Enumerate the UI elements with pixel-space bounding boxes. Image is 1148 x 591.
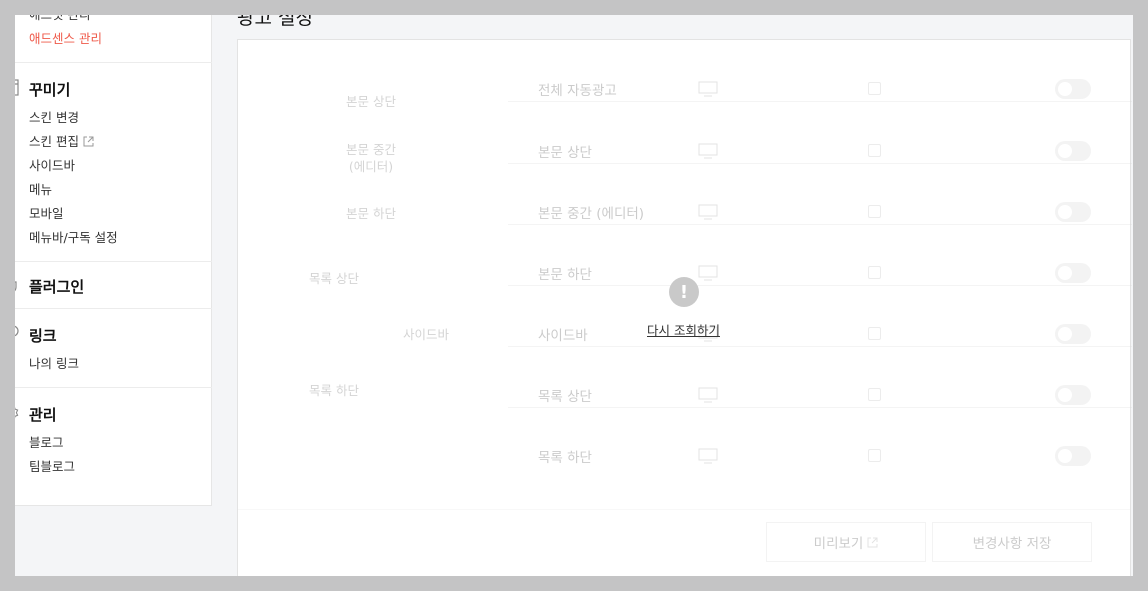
retry-link[interactable]: 다시 조회하기 — [647, 320, 720, 339]
ad-row: 목록 하단 — [508, 408, 1132, 469]
layout-label: 본문 중간 (에디터) — [346, 142, 396, 174]
ad-toggle[interactable] — [1055, 385, 1091, 405]
ad-row: 전체 자동광고 — [508, 41, 1132, 102]
sidebar-item-adsense[interactable]: 애드센스 관리 — [29, 28, 102, 47]
link-icon — [15, 325, 19, 337]
preview-button[interactable]: 미리보기 — [766, 522, 926, 562]
mobile-checkbox[interactable] — [868, 388, 881, 401]
ad-row: 사이드바 — [508, 286, 1132, 347]
sidebar-item-blog[interactable]: 블로그 — [29, 432, 64, 451]
monitor-icon — [698, 387, 718, 403]
save-changes-button[interactable]: 변경사항 저장 — [932, 522, 1092, 562]
ad-toggle[interactable] — [1055, 324, 1091, 344]
monitor-icon — [698, 448, 718, 464]
sidebar-heading-link: 링크 — [29, 327, 57, 345]
preview-button-label: 미리보기 — [813, 536, 864, 552]
sidebar-heading-decorate: 꾸미기 — [29, 81, 71, 99]
sidebar-divider — [15, 387, 212, 388]
monitor-icon — [698, 143, 718, 159]
monitor-icon — [698, 265, 718, 281]
sidebar-item-adfit[interactable]: 애드핏 관리 — [29, 15, 90, 23]
ad-row-label: 본문 중간 (에디터) — [538, 206, 645, 222]
sidebar-item-label: 스킨 편집 — [29, 134, 79, 149]
ad-toggle[interactable] — [1055, 141, 1091, 161]
layout-icon — [15, 79, 19, 96]
ad-row-label: 전체 자동광고 — [538, 83, 617, 99]
sidebar-divider — [15, 62, 212, 63]
ad-row-label: 목록 하단 — [538, 450, 592, 466]
ad-toggle[interactable] — [1055, 263, 1091, 283]
external-link-icon — [83, 136, 94, 147]
sidebar-item-mobile[interactable]: 모바일 — [29, 203, 64, 222]
sidebar-item-menu[interactable]: 메뉴 — [29, 179, 52, 198]
ad-row: 본문 상단 — [508, 103, 1132, 164]
ad-row-label: 본문 상단 — [538, 145, 592, 161]
sidebar-divider — [15, 261, 212, 262]
layout-label: 목록 상단 — [309, 271, 359, 286]
ad-toggle[interactable] — [1055, 79, 1091, 99]
ad-toggle[interactable] — [1055, 202, 1091, 222]
sidebar-heading-manage: 관리 — [29, 406, 57, 424]
sidebar-divider — [15, 308, 212, 309]
gear-icon — [15, 406, 19, 419]
sidebar-heading-plugin[interactable]: 플러그인 — [29, 276, 84, 297]
mobile-checkbox[interactable] — [868, 205, 881, 218]
mobile-checkbox[interactable] — [868, 327, 881, 340]
external-link-icon — [867, 537, 878, 547]
mobile-checkbox[interactable] — [868, 266, 881, 279]
ad-row: 본문 중간 (에디터) — [508, 164, 1132, 225]
sidebar-item-team-blog[interactable]: 팀블로그 — [29, 456, 75, 475]
layout-label: 사이드바 — [403, 327, 450, 342]
sidebar-item-my-link[interactable]: 나의 링크 — [29, 353, 79, 372]
exclamation-icon: ! — [669, 277, 699, 307]
footer-divider — [238, 509, 1130, 510]
sidebar-item-skin-edit[interactable]: 스킨 편집 — [29, 131, 94, 150]
app-frame: 애드핏 관리 애드센스 관리 꾸미기 스킨 변경 스킨 편집 사이드바 메뉴 모… — [15, 15, 1133, 576]
ad-row: 본문 하단 — [508, 225, 1132, 286]
mobile-checkbox[interactable] — [868, 449, 881, 462]
sidebar: 애드핏 관리 애드센스 관리 꾸미기 스킨 변경 스킨 편집 사이드바 메뉴 모… — [15, 15, 212, 506]
mobile-checkbox[interactable] — [868, 144, 881, 157]
layout-label: 본문 하단 — [346, 206, 396, 221]
sidebar-item-skin-change[interactable]: 스킨 변경 — [29, 107, 79, 126]
ad-row-label: 사이드바 — [538, 328, 588, 344]
ad-row-label: 본문 하단 — [538, 267, 592, 283]
ad-row-label: 목록 상단 — [538, 389, 592, 405]
sidebar-item-menubar[interactable]: 메뉴바/구독 설정 — [29, 227, 118, 246]
ad-toggle[interactable] — [1055, 446, 1091, 466]
monitor-icon — [698, 204, 718, 220]
ad-row: 목록 상단 — [508, 347, 1132, 408]
page-title: 광고 설정 — [237, 15, 313, 29]
layout-label: 본문 상단 — [346, 94, 396, 109]
plugin-icon — [15, 281, 17, 292]
ad-settings-card: 본문 상단 본문 중간 (에디터) 본문 하단 목록 상단 사이드바 목록 하단… — [237, 39, 1132, 576]
monitor-icon — [698, 81, 718, 97]
mobile-checkbox[interactable] — [868, 82, 881, 95]
layout-label: 목록 하단 — [309, 383, 359, 398]
sidebar-item-sidebar[interactable]: 사이드바 — [29, 155, 75, 174]
